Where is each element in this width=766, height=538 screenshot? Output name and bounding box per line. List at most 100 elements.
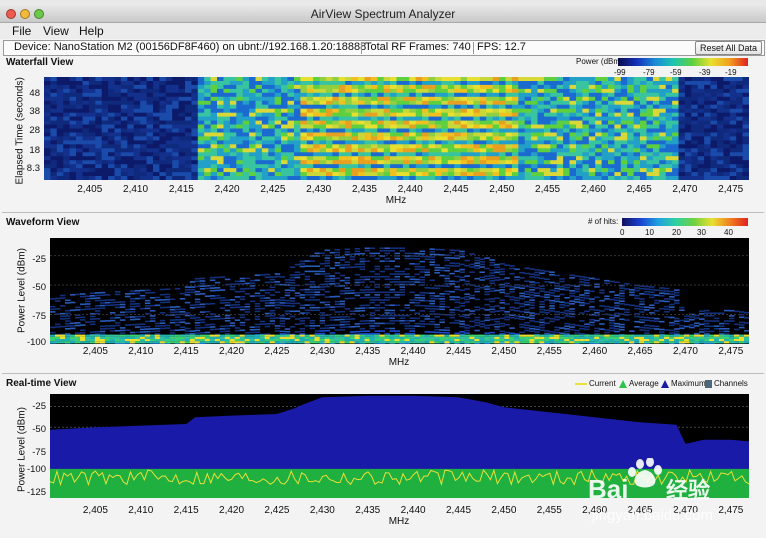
waterfall-cell bbox=[236, 160, 244, 165]
waveform-hit bbox=[359, 278, 366, 281]
waterfall-cell bbox=[428, 128, 436, 133]
waterfall-cell bbox=[255, 156, 263, 161]
menu-help[interactable]: Help bbox=[79, 24, 104, 38]
waterfall-cell bbox=[294, 96, 301, 102]
waterfall-cell bbox=[499, 81, 506, 86]
waveform-hit bbox=[409, 299, 415, 301]
waterfall-cell bbox=[717, 172, 724, 177]
waveform-hit bbox=[299, 317, 306, 320]
waterfall-cell bbox=[120, 136, 128, 141]
waterfall-cell bbox=[659, 112, 667, 118]
waterfall-cell bbox=[601, 84, 609, 90]
waterfall-cell bbox=[223, 100, 231, 106]
waveform-hit bbox=[104, 327, 111, 330]
waterfall-cell bbox=[582, 112, 590, 118]
waveform-floor bbox=[349, 336, 356, 339]
waterfall-cell bbox=[684, 156, 692, 161]
waveform-hit bbox=[294, 310, 301, 312]
waterfall-cell bbox=[524, 88, 532, 94]
waveform-hit bbox=[204, 303, 211, 305]
waterfall-cell bbox=[165, 77, 173, 82]
waveform-hit bbox=[254, 279, 261, 282]
waveform-floor bbox=[309, 336, 316, 339]
waterfall-cell bbox=[56, 168, 64, 173]
waterfall-cell bbox=[76, 120, 83, 125]
waterfall-cell bbox=[236, 128, 244, 133]
waveform-hit bbox=[409, 257, 415, 260]
waterfall-cell bbox=[550, 124, 558, 129]
menu-file[interactable]: File bbox=[12, 24, 31, 38]
waveform-plot[interactable] bbox=[50, 238, 749, 344]
waterfall-cell bbox=[563, 104, 571, 110]
waterfall-cell bbox=[435, 140, 442, 145]
waterfall-cell bbox=[351, 116, 359, 121]
waterfall-cell bbox=[377, 172, 385, 177]
waterfall-cell bbox=[742, 140, 749, 145]
waterfall-cell bbox=[447, 164, 455, 169]
waterfall-cell bbox=[633, 168, 641, 173]
waterfall-cell bbox=[351, 172, 359, 177]
waterfall-cell bbox=[499, 136, 506, 141]
waterfall-cell bbox=[159, 112, 167, 118]
waterfall-cell bbox=[338, 172, 346, 177]
waterfall-cell bbox=[377, 120, 385, 125]
waterfall-cell bbox=[620, 144, 628, 149]
waveform-hit bbox=[119, 319, 126, 321]
waterfall-cell bbox=[441, 104, 449, 110]
waterfall-cell bbox=[56, 96, 64, 102]
waveform-hit bbox=[449, 290, 455, 293]
waterfall-cell bbox=[415, 136, 423, 141]
waveform-hit bbox=[169, 319, 176, 321]
waterfall-cell bbox=[531, 164, 539, 169]
waterfall-cell bbox=[249, 88, 257, 94]
waterfall-plot[interactable] bbox=[44, 77, 749, 180]
waveform-hit bbox=[144, 330, 151, 333]
waveform-floor bbox=[80, 336, 86, 339]
waveform-hit bbox=[489, 318, 495, 321]
waterfall-cell bbox=[178, 81, 186, 86]
waveform-hit bbox=[514, 302, 520, 304]
waterfall-cell bbox=[159, 116, 167, 121]
waveform-floor bbox=[279, 341, 286, 344]
reset-all-data-button[interactable]: Reset All Data bbox=[694, 41, 762, 55]
waveform-floor bbox=[289, 339, 296, 342]
waveform-hit bbox=[459, 268, 465, 271]
waveform-hit bbox=[169, 298, 176, 301]
waterfall-cell bbox=[479, 140, 487, 145]
waveform-hit bbox=[174, 319, 181, 321]
waveform-floor bbox=[469, 336, 475, 339]
waveform-hit bbox=[449, 249, 455, 251]
waterfall-cell bbox=[383, 84, 391, 90]
waterfall-cell bbox=[441, 132, 449, 137]
waterfall-cell bbox=[524, 148, 532, 153]
waveform-hit bbox=[509, 288, 515, 291]
waterfall-cell bbox=[159, 100, 167, 106]
menu-view[interactable]: View bbox=[43, 24, 69, 38]
waterfall-cell bbox=[236, 112, 244, 118]
waterfall-cell bbox=[537, 112, 545, 118]
waterfall-cell bbox=[723, 176, 731, 180]
waveform-hit bbox=[454, 309, 460, 311]
waveform-hit bbox=[519, 323, 525, 326]
waterfall-cell bbox=[229, 81, 237, 86]
waveform-hit bbox=[399, 317, 405, 319]
x-tick-label: 2,415 bbox=[168, 184, 194, 195]
waterfall-cell bbox=[306, 172, 314, 177]
waveform-hit bbox=[329, 277, 336, 280]
waveform-floor bbox=[469, 334, 475, 337]
waveform-hit bbox=[65, 333, 71, 335]
waterfall-cell bbox=[229, 128, 237, 133]
waterfall-cell bbox=[319, 77, 327, 82]
waveform-floor bbox=[434, 334, 440, 337]
waveform-hit bbox=[384, 299, 390, 301]
waveform-hit bbox=[339, 326, 346, 329]
waterfall-cell bbox=[396, 77, 404, 82]
waveform-hit bbox=[489, 287, 495, 290]
waveform-hit bbox=[134, 303, 141, 305]
waterfall-cell bbox=[377, 116, 385, 121]
waterfall-cell bbox=[261, 81, 269, 86]
waterfall-cell bbox=[82, 136, 90, 141]
waterfall-cell bbox=[383, 172, 391, 177]
waterfall-cell bbox=[697, 84, 705, 90]
waterfall-cell bbox=[428, 144, 436, 149]
